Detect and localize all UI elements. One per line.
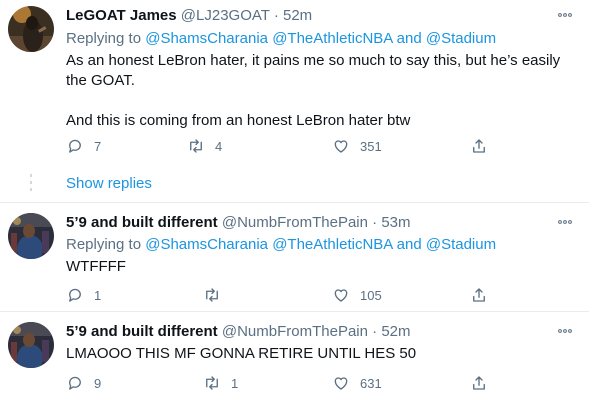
replying-to: Replying to @ShamsCharania @TheAthleticN… (66, 235, 496, 255)
retweet-button[interactable]: 4 (187, 136, 222, 156)
replying-to-label: Replying to (66, 236, 142, 253)
thread-connector (29, 174, 33, 195)
tweet-header: 5’9 and built different @NumbFromThePain… (66, 322, 411, 342)
like-count: 631 (360, 375, 382, 391)
reply-icon (69, 139, 81, 153)
tweet-text: LMAOOO THIS MF GONNA RETIRE UNTIL HES 50 (66, 344, 571, 364)
show-replies-link[interactable]: Show replies (66, 174, 152, 194)
avatar[interactable] (8, 322, 54, 368)
reply-count: 1 (94, 287, 102, 303)
tweet[interactable]: 5’9 and built different @NumbFromThePain… (0, 312, 589, 410)
avatar-image (8, 322, 54, 368)
reply-button[interactable]: 9 (66, 373, 101, 393)
separator-dot: · (273, 7, 279, 24)
user-handle[interactable]: @LJ23GOAT (181, 7, 270, 24)
reply-button[interactable]: 7 (66, 136, 101, 156)
avatar-image (8, 6, 54, 52)
retweet-button[interactable]: 1 (203, 373, 238, 393)
tweet-paragraph: WTFFFF (66, 258, 126, 275)
avatar[interactable] (8, 213, 54, 259)
retweet-button[interactable] (203, 285, 231, 305)
heart-icon (334, 377, 348, 390)
reply-icon (69, 288, 81, 302)
like-button[interactable]: 351 (332, 136, 382, 156)
share-button[interactable] (470, 285, 488, 305)
tweet-header: 5’9 and built different @NumbFromThePain… (66, 213, 411, 233)
share-icon (473, 139, 485, 153)
reply-button[interactable]: 1 (66, 285, 101, 305)
timestamp[interactable]: 52m (381, 323, 410, 340)
like-count: 105 (360, 287, 382, 303)
share-button[interactable] (470, 136, 488, 156)
mention-link[interactable]: @ShamsCharania (145, 236, 268, 253)
tweet-text: WTFFFF (66, 257, 571, 277)
display-name[interactable]: 5’9 and built different (66, 323, 218, 340)
retweet-count: 4 (215, 138, 223, 154)
tweet-paragraph: LMAOOO THIS MF GONNA RETIRE UNTIL HES 50 (66, 345, 417, 362)
like-button[interactable]: 105 (332, 285, 382, 305)
display-name[interactable]: 5’9 and built different (66, 214, 218, 231)
user-handle[interactable]: @NumbFromThePain (222, 323, 368, 340)
retweet-icon (206, 288, 218, 302)
tweet[interactable]: 5’9 and built different @NumbFromThePain… (0, 203, 589, 311)
mention-link[interactable]: @ShamsCharania (145, 30, 268, 47)
replying-to: Replying to @ShamsCharania @TheAthleticN… (66, 29, 496, 49)
reply-count: 7 (94, 138, 102, 154)
user-handle[interactable]: @NumbFromThePain (222, 214, 368, 231)
avatar[interactable] (8, 6, 54, 52)
tweet-header: LeGOAT James @LJ23GOAT · 52m (66, 6, 312, 26)
action-bar: 9 1 631 (66, 373, 506, 393)
action-bar: 7 4 351 (66, 136, 506, 156)
more-dots-icon[interactable] (555, 324, 575, 344)
like-count: 351 (360, 138, 382, 154)
tweet-text: As an honest LeBron hater, it pains me s… (66, 51, 571, 131)
and-label: and (396, 236, 422, 253)
share-icon (473, 288, 485, 302)
like-button[interactable]: 631 (332, 373, 382, 393)
timestamp[interactable]: 52m (283, 7, 312, 24)
retweet-count: 1 (231, 375, 239, 391)
display-name[interactable]: LeGOAT James (66, 7, 177, 24)
heart-icon (334, 289, 348, 302)
retweet-icon (206, 376, 218, 390)
reply-icon (69, 376, 81, 390)
separator-dot: · (372, 323, 378, 340)
more-dots-icon[interactable] (555, 215, 575, 235)
share-icon (473, 376, 485, 390)
and-label: and (396, 30, 422, 47)
mention-link[interactable]: @TheAthleticNBA (272, 30, 392, 47)
heart-icon (334, 140, 348, 153)
more-dots-icon[interactable] (555, 8, 575, 28)
tweet-paragraph: And this is coming from an honest LeBron… (66, 112, 411, 129)
mention-link[interactable]: @Stadium (426, 236, 496, 253)
action-bar: 1 105 (66, 285, 506, 305)
mention-link[interactable]: @TheAthleticNBA (272, 236, 392, 253)
tweet-paragraph: As an honest LeBron hater, it pains me s… (66, 52, 561, 89)
retweet-icon (190, 139, 202, 153)
reply-count: 9 (94, 375, 102, 391)
separator-dot: · (372, 214, 378, 231)
timestamp[interactable]: 53m (381, 214, 410, 231)
share-button[interactable] (470, 373, 488, 393)
mention-link[interactable]: @Stadium (426, 30, 496, 47)
avatar-image (8, 213, 54, 259)
replying-to-label: Replying to (66, 30, 142, 47)
tweet[interactable]: LeGOAT James @LJ23GOAT · 52m Replying to… (0, 0, 589, 200)
